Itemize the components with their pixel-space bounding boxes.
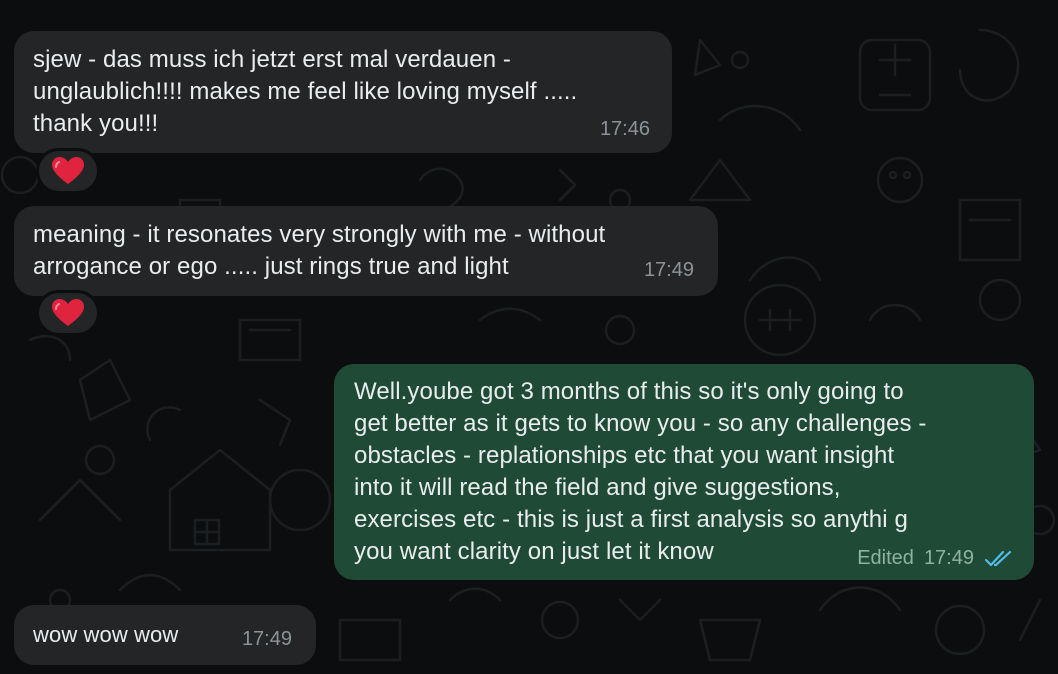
outgoing-message[interactable]: Well.yoube got 3 months of this so it's … bbox=[334, 364, 1034, 580]
message-time: 17:49 bbox=[923, 547, 974, 569]
reaction-badge[interactable] bbox=[36, 148, 100, 194]
message-meta: Edited 17:49 bbox=[857, 547, 1014, 570]
incoming-message[interactable]: wow wow wow 17:49 bbox=[14, 605, 316, 665]
message-meta: 17:46 bbox=[600, 118, 650, 141]
reaction-badge[interactable] bbox=[36, 290, 100, 336]
message-text: meaning - it resonates very strongly wit… bbox=[33, 221, 606, 280]
incoming-message[interactable]: meaning - it resonates very strongly wit… bbox=[14, 206, 718, 296]
message-meta: 17:49 bbox=[242, 628, 292, 651]
edited-label: Edited bbox=[857, 547, 914, 569]
message-text: Well.yoube got 3 months of this so it's … bbox=[354, 378, 927, 565]
double-check-icon bbox=[984, 549, 1014, 569]
message-text: sjew - das muss ich jetzt erst mal verda… bbox=[33, 46, 578, 137]
message-meta: 17:49 bbox=[644, 259, 694, 282]
message-text: wow wow wow bbox=[33, 622, 179, 647]
heart-icon bbox=[52, 157, 84, 184]
message-time: 17:46 bbox=[599, 118, 650, 140]
message-time: 17:49 bbox=[643, 259, 694, 281]
incoming-message[interactable]: sjew - das muss ich jetzt erst mal verda… bbox=[14, 31, 672, 153]
message-time: 17:49 bbox=[241, 628, 292, 650]
heart-icon bbox=[52, 299, 84, 326]
message-list[interactable]: sjew - das muss ich jetzt erst mal verda… bbox=[0, 0, 1058, 674]
